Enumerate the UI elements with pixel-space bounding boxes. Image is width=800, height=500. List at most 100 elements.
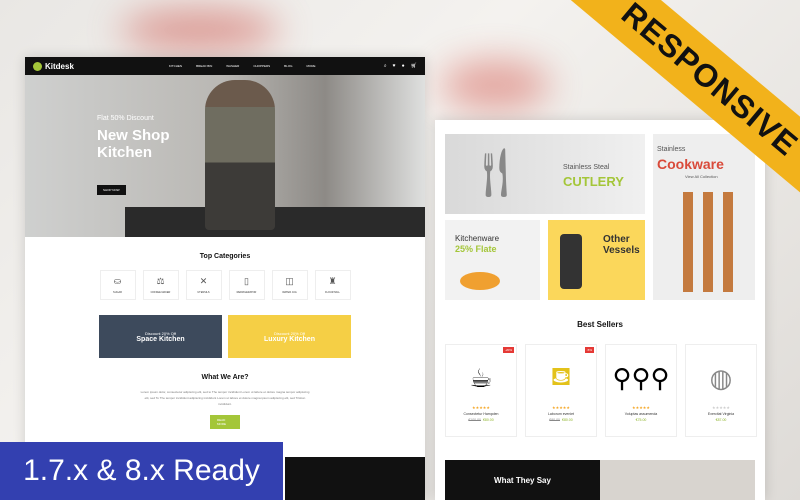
heart-icon[interactable]: ♥	[393, 63, 396, 69]
version-text: 1.7.x & 8.x Ready	[23, 454, 260, 487]
jug-icon: ◫	[285, 276, 294, 286]
product-image: ⛾	[550, 360, 572, 391]
tile-subtitle: Stainless	[657, 146, 686, 153]
tile-subtitle: Kitchenware	[455, 234, 500, 243]
shop-now-button[interactable]: SHOP NOW	[97, 185, 126, 195]
categories-title: Top Categories	[199, 253, 251, 260]
testimonials-section: What They Say	[445, 460, 600, 500]
best-sellers-title: Best Sellers	[577, 320, 623, 329]
product-price: €87.00	[716, 418, 727, 422]
scale-icon: ⚖	[156, 276, 165, 286]
dark-section	[285, 457, 425, 500]
product-price: €75.00	[636, 418, 647, 422]
category-water-jug[interactable]: ◫ WATER JUG	[271, 270, 308, 300]
cutlery-tile[interactable]: 🍴︎ Stainless Steal CUTLERY	[445, 134, 645, 214]
tile-title: Other Vessels	[603, 234, 640, 256]
about-text: Lorem ipsum dolor, consectetur adipiscin…	[140, 390, 310, 406]
bg-pot	[440, 60, 550, 110]
nav-washer[interactable]: WASHER	[226, 64, 239, 68]
sale-badge: -5%	[584, 347, 594, 353]
product-card[interactable]: -20% ☕︎ ★★★★★ Consectetur Hampden €100.00 €80…	[445, 344, 517, 437]
banner-title: Space Kitchen	[136, 335, 185, 343]
product-card[interactable]: -5% ⛾ ★★★★★ Laborum eveniet €90.00 €80.00	[525, 344, 597, 437]
vessels-tile[interactable]: Other Vessels	[548, 220, 645, 300]
rating-stars: ★★★★★	[472, 405, 490, 410]
logo[interactable]: Kitdesk	[33, 61, 74, 71]
space-kitchen-banner[interactable]: Discount 20% Off Space Kitchen	[99, 315, 222, 358]
tile-subtitle: Stainless Steal	[563, 164, 610, 171]
fruit-bowl-image	[460, 272, 500, 290]
price: €80.00	[562, 418, 573, 422]
tile-title: Cookware	[657, 156, 724, 172]
sale-badge: -20%	[502, 347, 514, 353]
old-price: €100.00	[468, 418, 481, 422]
testimonials-title: What They Say	[494, 475, 551, 485]
category-label: WATER JUG	[282, 291, 297, 294]
category-label: FLOUR MILL	[325, 291, 340, 294]
category-label: UTENSILS	[197, 291, 210, 294]
product-card[interactable]: ⚲⚲⚲ ★★★★★ Voluptas assumenda €75.00	[605, 344, 677, 437]
product-price: €90.00 €80.00	[549, 418, 572, 422]
kitchenware-tile[interactable]: Kitchenware 25% Flate	[445, 220, 540, 300]
logo-text: Kitdesk	[45, 61, 74, 71]
version-badge: 1.7.x & 8.x Ready	[0, 442, 283, 500]
category-label: COFFEE MAKER	[150, 291, 171, 294]
tile-title: 25% Flate	[455, 244, 497, 254]
product-name[interactable]: Laborum eveniet	[548, 412, 574, 416]
price: €80.00	[482, 418, 494, 422]
logo-icon	[33, 61, 42, 71]
category-utensils[interactable]: ✕ UTENSILS	[185, 270, 222, 300]
view-all-link[interactable]: View All Collection	[685, 174, 718, 179]
tile-title: CUTLERY	[563, 174, 624, 189]
product-image: ⚲⚲⚲	[612, 362, 670, 393]
category-refrigerator[interactable]: ▯ REFRIGERATOR	[228, 270, 265, 300]
cookware-tile[interactable]: Stainless Cookware View All Collection	[653, 134, 755, 300]
product-price: €100.00 €80.00	[468, 418, 493, 422]
nav-choppers[interactable]: CHOPPERS	[253, 64, 270, 68]
category-flour-mill[interactable]: ♜ FLOUR MILL	[314, 270, 351, 300]
user-icon[interactable]: ●	[402, 63, 405, 69]
read-more-button[interactable]: READ MORE	[210, 415, 240, 429]
nav-kitchen[interactable]: KITCHEN	[169, 64, 182, 68]
nav-bread-bin[interactable]: BREAD BIN	[196, 64, 212, 68]
hero-title: New Shop Kitchen	[97, 127, 170, 161]
product-card[interactable]: ◍ ★★★★★ Exercitat Virginia €87.00	[685, 344, 757, 437]
mill-icon: ♜	[328, 276, 337, 286]
price: €75.00	[635, 418, 647, 422]
nav-blog[interactable]: BLOG	[284, 64, 292, 68]
hero-counter	[125, 207, 425, 237]
rating-stars: ★★★★★	[552, 405, 570, 410]
cutlery-image: 🍴︎	[465, 147, 526, 200]
rating-stars: ★★★★★	[632, 405, 650, 410]
product-image: ☕︎	[469, 362, 493, 393]
price: €87.00	[715, 418, 727, 422]
category-label: SUGAR	[113, 291, 122, 294]
bg-pot	[120, 10, 280, 50]
product-name[interactable]: Voluptas assumenda	[625, 412, 658, 416]
nav-more[interactable]: MORE	[307, 64, 316, 68]
mobile-preview: 🍴︎ Stainless Steal CUTLERY Kitchenware 2…	[435, 120, 765, 500]
sugar-icon: ⛀	[113, 276, 122, 286]
desktop-preview: Kitdesk KITCHEN BREAD BIN WASHER CHOPPER…	[25, 57, 425, 500]
wooden-spoons-image	[683, 192, 743, 292]
luxury-kitchen-banner[interactable]: Discount 20% Off Luxury Kitchen	[228, 315, 351, 358]
navbar: Kitdesk KITCHEN BREAD BIN WASHER CHOPPER…	[25, 57, 425, 75]
cart-icon[interactable]: 🛒︎	[411, 63, 417, 69]
hero-subtitle: Flat 50% Discount	[97, 115, 154, 122]
search-icon[interactable]: ⌕	[384, 63, 387, 69]
category-sugar[interactable]: ⛀ SUGAR	[99, 270, 136, 300]
hero-image	[205, 80, 275, 230]
category-coffee-maker[interactable]: ⚖ COFFEE MAKER	[142, 270, 179, 300]
juicer-image	[560, 234, 582, 289]
testimonial-image	[600, 460, 755, 500]
product-name[interactable]: Exercitat Virginia	[708, 412, 734, 416]
old-price: €90.00	[549, 418, 560, 422]
banner-title: Luxury Kitchen	[264, 335, 315, 343]
utensils-icon: ✕	[199, 276, 208, 286]
hero-banner: Flat 50% Discount New Shop Kitchen SHOP …	[25, 75, 425, 237]
about-title: What We Are?	[201, 374, 249, 381]
category-label: REFRIGERATOR	[236, 291, 257, 294]
rating-stars: ★★★★★	[712, 405, 730, 410]
product-image: ◍	[709, 362, 733, 393]
product-name[interactable]: Consectetur Hampden	[463, 412, 498, 416]
